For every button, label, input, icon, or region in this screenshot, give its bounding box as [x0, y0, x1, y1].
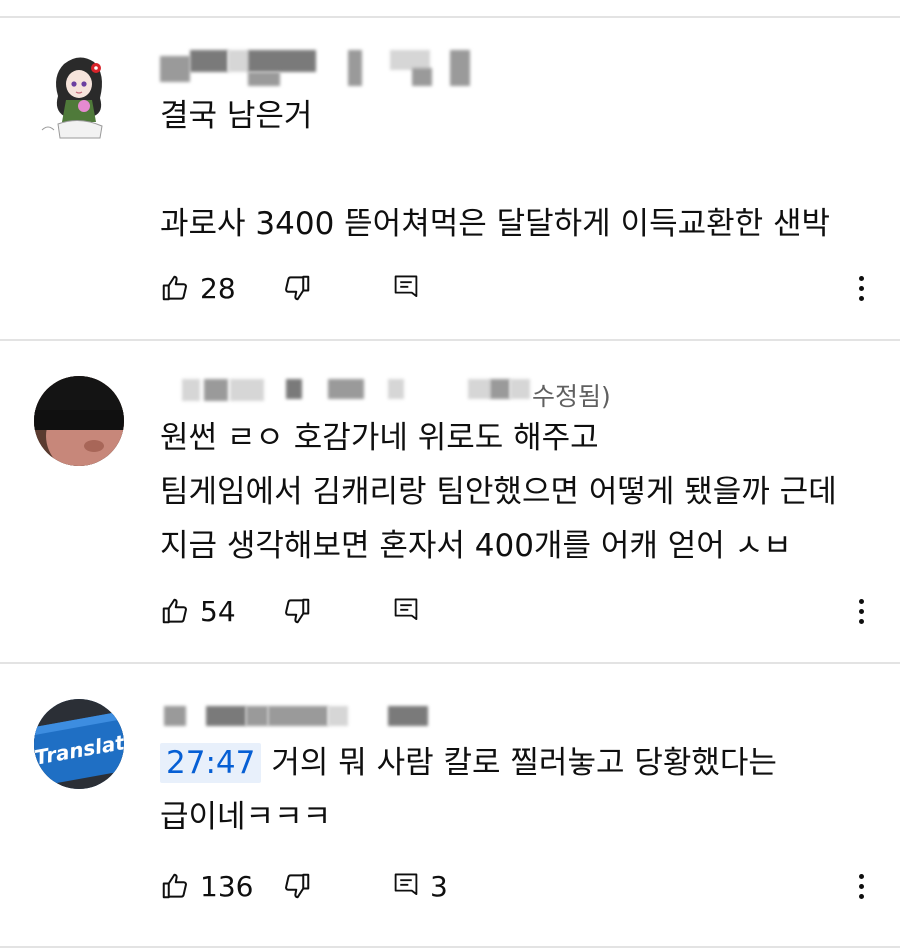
thumbs-down-icon	[285, 873, 310, 899]
more-vertical-icon	[858, 275, 864, 281]
thumbs-up-icon	[162, 275, 187, 301]
thumbs-up-icon	[162, 873, 187, 899]
like-button[interactable]: 28	[160, 268, 236, 308]
comment-actions: 28	[160, 268, 880, 308]
bottom-divider	[0, 946, 900, 948]
masked-face-avatar-icon	[34, 376, 124, 466]
dislike-button[interactable]	[282, 268, 312, 308]
reply-icon	[394, 598, 418, 620]
reply-count: 3	[430, 869, 448, 903]
timestamp-link[interactable]: 27:47	[160, 743, 262, 783]
author-name[interactable]	[160, 50, 620, 86]
comment-divider	[0, 662, 900, 664]
comment-text: 결국 남은거 과로사 3400 뜯어쳐먹은 달달하게 이득교환한 샌박	[160, 98, 831, 242]
thumbs-up-icon	[162, 598, 187, 624]
author-name[interactable]	[160, 700, 620, 736]
like-count: 28	[200, 271, 236, 305]
avatar[interactable]	[34, 376, 124, 466]
comment-actions: 54	[160, 591, 880, 631]
avatar[interactable]: Translat	[34, 699, 124, 789]
more-vertical-icon	[858, 598, 864, 604]
thumbs-down-icon	[285, 275, 310, 301]
reply-button[interactable]	[392, 591, 430, 631]
anime-girl-avatar-icon	[41, 57, 103, 139]
author-name[interactable]: 수정됨)	[160, 375, 620, 411]
dislike-button[interactable]	[282, 866, 312, 906]
comment-text: 원썬 ㄹㅇ 호감가네 위로도 해주고 팀게임에서 김캐리랑 팀안했으면 어떻게 …	[160, 420, 837, 564]
like-button[interactable]: 136	[160, 866, 253, 906]
comment-divider	[0, 339, 900, 341]
edited-label: 수정됨)	[532, 382, 611, 411]
reply-icon	[394, 873, 418, 895]
reply-button[interactable]: 3	[392, 866, 448, 906]
more-options-button[interactable]	[846, 591, 876, 631]
reply-button[interactable]	[392, 268, 430, 308]
more-vertical-icon	[858, 873, 864, 879]
comment-actions: 136 3	[160, 866, 880, 906]
thumbs-down-icon	[285, 598, 310, 624]
like-button[interactable]: 54	[160, 591, 236, 631]
top-divider	[0, 16, 900, 18]
translate-key-avatar-icon: Translat	[34, 699, 124, 789]
more-options-button[interactable]	[846, 866, 876, 906]
like-count: 136	[200, 869, 254, 903]
avatar[interactable]	[34, 50, 124, 140]
comment-text: 27:47 거의 뭐 사람 칼로 찔러놓고 당황했다는 급이네ㅋㅋㅋ	[160, 736, 880, 844]
more-options-button[interactable]	[846, 268, 876, 308]
reply-icon	[394, 275, 418, 297]
like-count: 54	[200, 594, 236, 628]
dislike-button[interactable]	[282, 591, 312, 631]
